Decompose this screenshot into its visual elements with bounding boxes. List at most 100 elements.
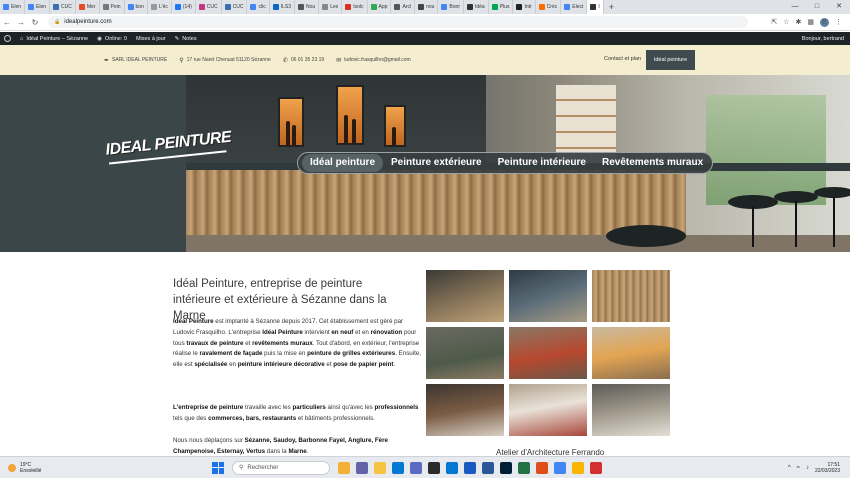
gallery-photo[interactable]	[426, 384, 504, 436]
browser-tab[interactable]: Pein	[100, 0, 125, 14]
teams-icon[interactable]	[356, 461, 368, 474]
tab-favicon-icon	[564, 4, 571, 10]
admin-notes-link[interactable]: ✎ Notes	[175, 36, 197, 42]
browser-tab[interactable]: App	[368, 0, 392, 14]
minimize-icon[interactable]: —	[784, 0, 806, 14]
hero-bottle	[344, 115, 348, 143]
back-icon[interactable]: ←	[0, 18, 14, 27]
stats-icon: ◉	[97, 35, 102, 42]
maximize-icon[interactable]: □	[806, 0, 828, 14]
browser-tab[interactable]: Nou	[295, 0, 320, 14]
taskbar-search[interactable]: ⚲ Rechercher	[232, 460, 330, 475]
browser-tab[interactable]: L'éc	[148, 0, 172, 14]
nav-item[interactable]: Revêtements muraux	[594, 154, 711, 172]
menu-kebab-icon[interactable]: ⋮	[835, 18, 842, 26]
acrobat-icon[interactable]	[590, 461, 602, 474]
photoshop-icon[interactable]	[500, 461, 512, 474]
gallery-photo[interactable]	[592, 270, 670, 322]
store-icon[interactable]	[428, 461, 440, 474]
close-icon[interactable]: ✕	[828, 0, 850, 14]
excel-icon[interactable]	[518, 461, 530, 474]
nav-item[interactable]: Peinture extérieure	[383, 154, 490, 172]
browser-tab[interactable]: Intr	[513, 0, 536, 14]
share-icon[interactable]: ⇱	[771, 18, 777, 26]
gallery-photo[interactable]	[426, 270, 504, 322]
browser-tab[interactable]: Mer	[76, 0, 100, 14]
reload-icon[interactable]: ↻	[28, 18, 42, 27]
filezilla-icon[interactable]	[536, 461, 548, 474]
email-info[interactable]: ✉ ludovic.frasquilho@gmail.com	[336, 57, 411, 64]
notes-app-icon[interactable]	[572, 461, 584, 474]
edge-icon[interactable]	[392, 461, 404, 474]
gallery-photo[interactable]	[426, 327, 504, 379]
wordpress-logo-icon[interactable]	[4, 35, 11, 42]
browser-tab[interactable]: Idéa	[464, 0, 489, 14]
file-explorer-icon[interactable]	[374, 461, 386, 474]
gallery-photo[interactable]	[509, 384, 587, 436]
browser-tab[interactable]: clic	[247, 0, 270, 14]
tab-label: Nou	[306, 4, 316, 10]
app-icon[interactable]	[410, 461, 422, 474]
browser-tab[interactable]: Elen	[25, 0, 51, 14]
windows-start-icon[interactable]	[212, 461, 224, 474]
gallery-photo[interactable]	[509, 270, 587, 322]
word-icon[interactable]	[482, 461, 494, 474]
tab-favicon-icon	[322, 4, 329, 10]
clock[interactable]: 17:51 22/03/2023	[815, 462, 840, 474]
browser-tab[interactable]: (14)	[172, 0, 196, 14]
browser-tab[interactable]: ILS3	[270, 0, 296, 14]
chrome-icon[interactable]	[554, 461, 566, 474]
contact-link[interactable]: Contact et plan	[604, 56, 641, 62]
browser-tab[interactable]: Créc	[536, 0, 562, 14]
profile-avatar[interactable]: B	[820, 17, 829, 27]
lock-icon[interactable]: 🔒	[54, 19, 60, 25]
new-tab-icon[interactable]: +	[604, 2, 619, 12]
volume-icon[interactable]: ♪	[806, 465, 809, 471]
hero-bottle	[392, 127, 396, 145]
wifi-icon[interactable]: ≈	[797, 465, 800, 471]
chevron-up-icon[interactable]: ^	[788, 465, 791, 471]
browser-tab[interactable]: CUC	[50, 0, 76, 14]
extensions-icon[interactable]: ✱	[796, 18, 802, 26]
browser-tab[interactable]: Bonr	[438, 0, 464, 14]
bookmark-star-icon[interactable]: ☆	[783, 18, 789, 26]
hero-bottle	[286, 121, 290, 145]
admin-online-link[interactable]: ◉ Online: 0	[97, 36, 127, 42]
dropbox-icon[interactable]	[446, 461, 458, 474]
nav-item[interactable]: Idéal peinture	[302, 154, 384, 172]
gallery-photo[interactable]	[592, 327, 670, 379]
text-segment: en neuf	[331, 328, 354, 336]
gallery-photo[interactable]	[509, 327, 587, 379]
browser-tab[interactable]: CUC	[222, 0, 248, 14]
browser-tab[interactable]: I	[587, 0, 604, 14]
weather-widget[interactable]: 19°C Ensoleillé	[0, 462, 200, 474]
browser-tab[interactable]: Elen	[0, 0, 26, 14]
admin-greeting[interactable]: Bonjour, bertrand	[802, 36, 850, 42]
gallery-photo[interactable]	[592, 384, 670, 436]
browser-tab[interactable]: Isolc	[342, 0, 368, 14]
ideal-peinture-button[interactable]: Idéal peinture	[646, 50, 695, 70]
sidebar-icon[interactable]: ▦	[807, 18, 814, 26]
widgets-icon[interactable]	[338, 461, 350, 474]
outlook-icon[interactable]	[464, 461, 476, 474]
address-bar[interactable]: 🔒 idealpeinture.com	[48, 16, 748, 28]
forward-icon[interactable]: →	[14, 18, 28, 27]
nav-item[interactable]: Peinture intérieure	[490, 154, 594, 172]
tab-favicon-icon	[198, 4, 205, 10]
browser-tab[interactable]: nou	[415, 0, 439, 14]
email-icon: ✉	[336, 57, 342, 64]
browser-tab[interactable]: CUC	[196, 0, 222, 14]
tab-favicon-icon	[418, 4, 425, 10]
window-controls: — □ ✕	[784, 0, 850, 14]
browser-tab[interactable]: Arcl	[391, 0, 416, 14]
phone-info[interactable]: ✆ 06 01 35 23 19	[283, 57, 324, 64]
hero-stool	[606, 225, 686, 247]
tab-favicon-icon	[102, 4, 109, 10]
browser-tab[interactable]: Les	[319, 0, 343, 14]
admin-site-link[interactable]: ⌂ Idéal Peinture – Sézanne	[20, 36, 88, 42]
browser-tab[interactable]: Plus	[489, 0, 514, 14]
admin-updates-link[interactable]: Mises à jour	[136, 36, 166, 42]
browser-tab[interactable]: Elect	[561, 0, 588, 14]
tab-favicon-icon	[250, 4, 257, 10]
browser-tab[interactable]: bon	[125, 0, 148, 14]
